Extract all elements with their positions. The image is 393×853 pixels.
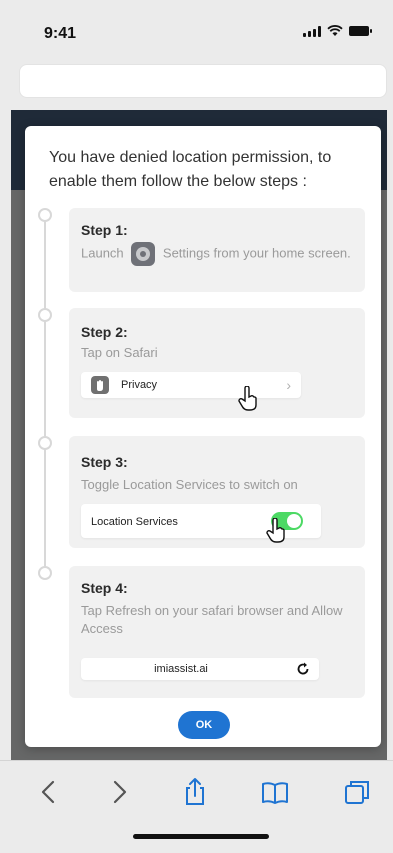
refresh-icon[interactable] xyxy=(295,661,311,677)
share-icon[interactable] xyxy=(178,775,212,809)
step-2-label: Step 2: xyxy=(81,324,128,340)
url-bar[interactable] xyxy=(19,64,387,98)
refresh-url-label: imiassist.ai xyxy=(154,663,208,675)
safari-toolbar xyxy=(0,760,393,853)
privacy-row[interactable]: Privacy › xyxy=(81,372,301,398)
step-4-card: Step 4: Tap Refresh on your safari brows… xyxy=(69,566,365,698)
timeline-dot xyxy=(38,208,52,222)
forward-icon[interactable] xyxy=(102,775,136,809)
location-permission-modal: You have denied location permission, to … xyxy=(25,126,381,747)
timeline-line xyxy=(44,218,46,578)
timeline-dot xyxy=(38,566,52,580)
back-icon[interactable] xyxy=(32,775,66,809)
step-4-label: Step 4: xyxy=(81,580,128,596)
step-3-text: Toggle Location Services to switch on xyxy=(81,477,298,492)
step-2-text: Tap on Safari xyxy=(81,345,158,360)
step-3-card: Step 3: Toggle Location Services to swit… xyxy=(69,436,365,548)
pointer-hand-icon xyxy=(238,386,257,411)
ok-button[interactable]: OK xyxy=(178,711,230,739)
refresh-url-row[interactable]: imiassist.ai xyxy=(81,658,319,680)
status-bar: 9:41 xyxy=(0,0,393,58)
wifi-icon xyxy=(327,25,343,36)
step-1-text-after: Settings from your home screen. xyxy=(162,245,351,261)
timeline-dot xyxy=(38,308,52,322)
battery-icon xyxy=(349,26,372,36)
step-1-card: Step 1: Launch Settings from your home s… xyxy=(69,208,365,292)
chevron-right-icon: › xyxy=(286,377,291,393)
settings-app-icon xyxy=(131,242,156,266)
step-2-card: Step 2: Tap on Safari Privacy › xyxy=(69,308,365,418)
tabs-icon[interactable] xyxy=(340,775,374,809)
privacy-hand-icon xyxy=(91,376,109,394)
step-1-text: Launch Settings from your home screen. xyxy=(81,242,351,266)
privacy-row-label: Privacy xyxy=(121,379,158,391)
step-1-text-before: Launch xyxy=(81,245,124,261)
signal-icon xyxy=(303,25,321,37)
status-time: 9:41 xyxy=(44,25,77,42)
modal-title: You have denied location permission, to … xyxy=(49,149,332,190)
home-indicator[interactable] xyxy=(133,834,269,839)
status-icons xyxy=(303,25,372,37)
pointer-hand-icon xyxy=(266,518,285,543)
step-1-label: Step 1: xyxy=(81,222,128,238)
bookmarks-icon[interactable] xyxy=(258,775,292,809)
location-services-label: Location Services xyxy=(91,516,178,528)
timeline-dot xyxy=(38,436,52,450)
step-4-text: Tap Refresh on your safari browser and A… xyxy=(81,603,343,636)
step-3-label: Step 3: xyxy=(81,454,128,470)
